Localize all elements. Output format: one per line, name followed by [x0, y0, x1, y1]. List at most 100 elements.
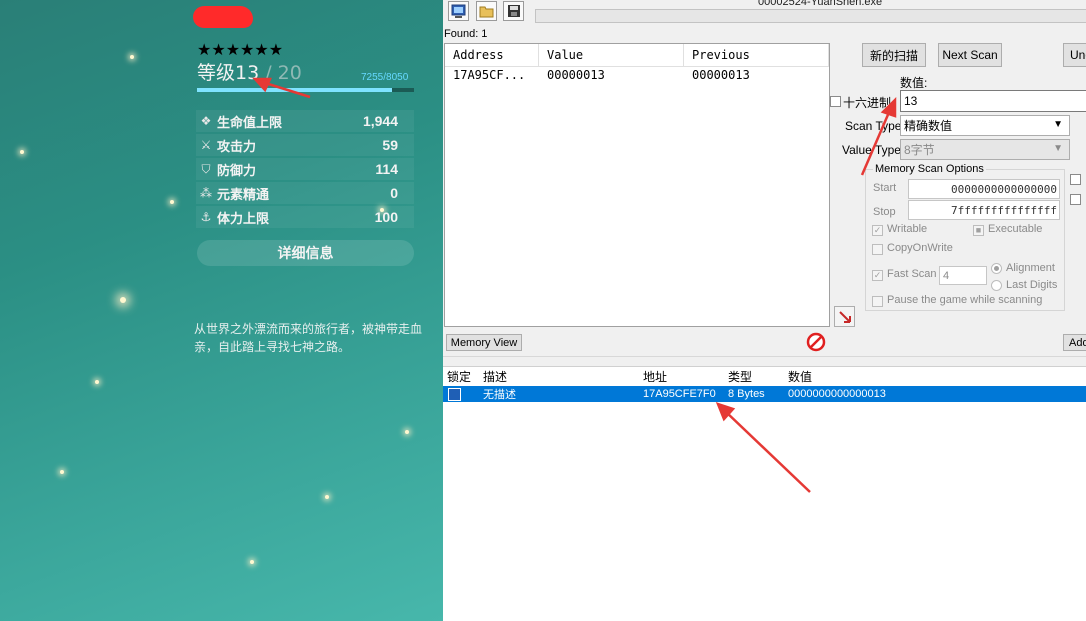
arrow-pointer-icon: [838, 310, 851, 323]
value-type-select[interactable]: 8字节 ▼: [900, 139, 1070, 160]
hp-icon: ❖: [200, 114, 212, 128]
value-type-value: 8字节: [904, 143, 935, 157]
copyonwrite-checkbox[interactable]: [872, 244, 883, 255]
stat-name: 体力上限: [217, 211, 270, 227]
scan-type-select[interactable]: 精确数值 ▼: [900, 115, 1070, 136]
exp-bar: [197, 88, 414, 92]
row-address: 17A95CFE7F0: [643, 388, 716, 400]
stat-value: 100: [374, 209, 398, 225]
row-type: 8 Bytes: [728, 388, 765, 400]
stat-name: 防御力: [217, 163, 257, 179]
memory-scan-options-label: Memory Scan Options: [873, 163, 986, 175]
writable-label: Writable: [887, 223, 928, 235]
stop-label: Stop: [873, 206, 896, 218]
sparkle: [60, 470, 64, 474]
pause-game-checkbox[interactable]: [872, 296, 883, 307]
level-max: / 20: [259, 62, 302, 84]
row-value: 0000000000000013: [788, 388, 886, 400]
last-digits-radio[interactable]: [991, 280, 1002, 291]
save-button[interactable]: [503, 1, 524, 21]
sparkle: [325, 495, 329, 499]
address-list-row[interactable]: 无描述 17A95CFE7F0 8 Bytes 0000000000000013: [443, 386, 1086, 402]
stat-value: 1,944: [362, 113, 398, 129]
col-address[interactable]: 地址: [643, 368, 728, 385]
add-address-button[interactable]: Add: [1063, 334, 1086, 351]
result-row[interactable]: 17A95CF... 00000013 00000013: [445, 67, 829, 83]
pointer-scan-button[interactable]: [834, 306, 855, 327]
col-description[interactable]: 描述: [483, 368, 643, 385]
lock-cell: [443, 387, 483, 401]
next-scan-button[interactable]: Next Scan: [938, 43, 1002, 67]
sparkle: [250, 560, 254, 564]
stat-name: 生命值上限: [217, 115, 283, 131]
executable-label: Executable: [988, 223, 1043, 235]
sword-icon: ⚔: [200, 138, 212, 152]
sparkle: [120, 297, 126, 303]
writable-checkbox[interactable]: ✓: [872, 225, 883, 236]
alignment-label: Alignment: [1006, 262, 1055, 274]
col-lock[interactable]: 锁定: [443, 368, 483, 385]
fast-scan-checkbox[interactable]: ✓: [872, 270, 883, 281]
exp-bar-fill: [197, 88, 393, 92]
cheat-engine-window: 00002524-YuanShen.exe Found: 1 Address V…: [443, 0, 1086, 621]
stamina-icon: ⚓: [200, 210, 212, 224]
value-input[interactable]: 13: [900, 90, 1086, 112]
hex-checkbox[interactable]: [830, 96, 841, 107]
col-value[interactable]: 数值: [788, 368, 888, 385]
start-label: Start: [873, 182, 897, 194]
lock-checkbox[interactable]: [448, 387, 461, 401]
col-previous[interactable]: Previous: [684, 44, 829, 66]
col-address[interactable]: Address: [445, 44, 539, 66]
new-scan-button[interactable]: 新的扫描: [862, 43, 926, 67]
redaction-scribble: [193, 6, 253, 28]
open-process-button[interactable]: [448, 1, 469, 21]
splitter-handle[interactable]: [443, 356, 1086, 360]
character-description: 从世界之外漂流而来的旅行者，被神带走血亲，自此踏上寻找七神之路。: [194, 322, 423, 354]
extra-option-checkbox[interactable]: [1070, 174, 1081, 185]
stat-value: 114: [375, 161, 398, 177]
copyonwrite-label: CopyOnWrite: [887, 242, 953, 254]
stat-name: 元素精通: [217, 187, 270, 203]
stat-row-defense: ⛉ 防御力 114: [196, 158, 414, 180]
stop-address-input[interactable]: 7fffffffffffffff: [908, 200, 1060, 220]
open-file-button[interactable]: [476, 1, 497, 21]
star-rating: ★★★★★★: [197, 40, 284, 59]
fast-scan-label: Fast Scan: [887, 268, 937, 280]
hex-label: 十六进制: [843, 96, 892, 110]
address-list-header: 锁定 描述 地址 类型 数值: [443, 367, 1086, 386]
stat-row-attack: ⚔ 攻击力 59: [196, 134, 414, 156]
shield-icon: ⛉: [201, 161, 211, 176]
result-value: 00000013: [547, 68, 605, 82]
sparkle: [130, 55, 134, 59]
result-address: 17A95CF...: [453, 68, 526, 82]
extra-option-checkbox[interactable]: [1070, 194, 1081, 205]
address-list[interactable]: 锁定 描述 地址 类型 数值 无描述 17A95CFE7F0 8 Bytes 0…: [443, 366, 1086, 621]
results-header: Address Value Previous: [445, 44, 829, 67]
memory-view-button[interactable]: Memory View: [446, 334, 522, 351]
process-title: 00002524-YuanShen.exe: [758, 0, 883, 8]
scan-results-list[interactable]: Address Value Previous 17A95CF... 000000…: [444, 43, 830, 327]
value-label: 数值:: [900, 76, 928, 90]
floppy-disk-icon: [507, 5, 520, 17]
row-description: 无描述: [483, 389, 516, 401]
character-level: 等级13 / 20: [197, 58, 302, 85]
sparkle: [20, 150, 24, 154]
stat-row-elemental-mastery: ⁂ 元素精通 0: [196, 182, 414, 204]
col-type[interactable]: 类型: [728, 368, 788, 385]
stat-value: 59: [382, 137, 398, 153]
alignment-radio[interactable]: [991, 263, 1002, 274]
stop-icon[interactable]: [806, 332, 826, 352]
start-address-input[interactable]: 0000000000000000: [908, 179, 1060, 199]
executable-checkbox[interactable]: ■: [973, 225, 984, 236]
details-button[interactable]: 详细信息: [197, 240, 414, 266]
col-value[interactable]: Value: [539, 44, 684, 66]
sparkle: [405, 430, 409, 434]
fast-scan-input[interactable]: 4: [939, 266, 987, 285]
game-character-panel: ★★★★★★ 等级13 / 20 7255/8050 ❖ 生命值上限 1,944…: [0, 0, 443, 621]
undo-scan-button[interactable]: Und: [1063, 43, 1086, 67]
stat-name: 攻击力: [217, 139, 257, 155]
sparkle: [170, 200, 174, 204]
scan-type-label: Scan Type: [845, 119, 902, 133]
folder-open-icon: [479, 6, 493, 18]
result-previous: 00000013: [692, 68, 750, 82]
